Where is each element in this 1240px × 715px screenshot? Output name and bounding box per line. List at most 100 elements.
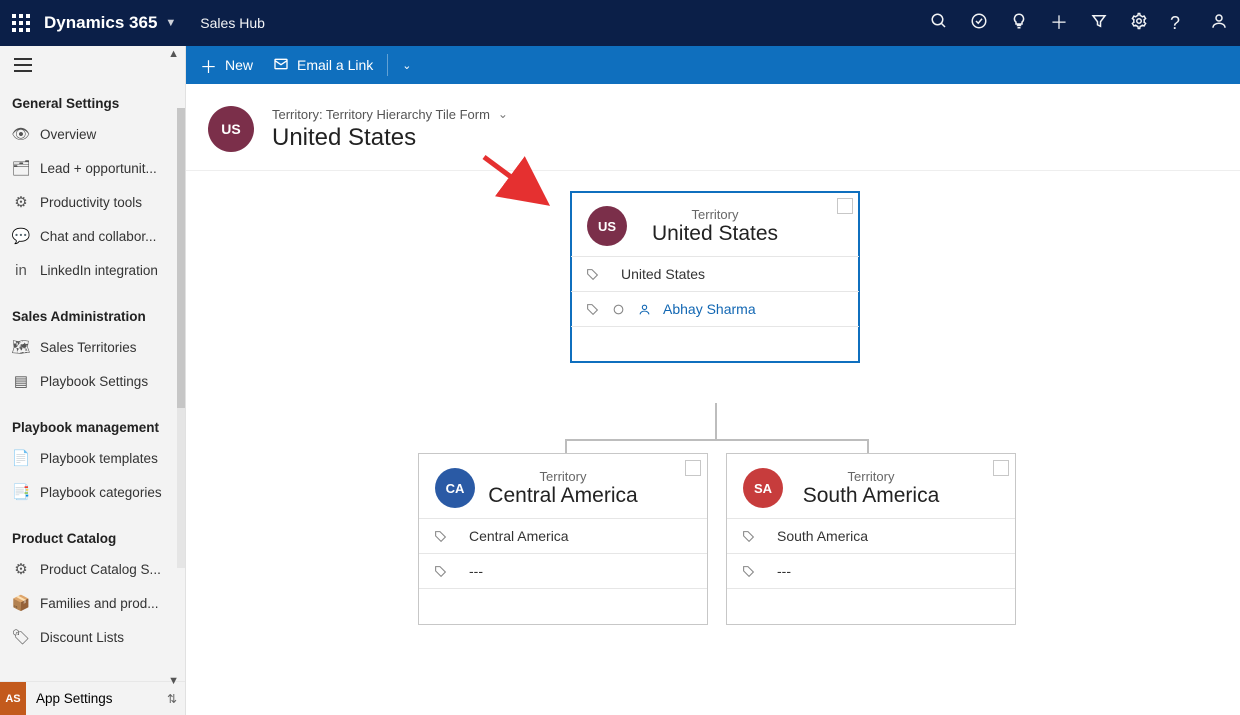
tile-type-label: Territory xyxy=(435,469,691,484)
tile-field-value: South America xyxy=(777,528,868,544)
tile-select-checkbox[interactable] xyxy=(837,198,853,214)
sidebar-item-catalog-settings[interactable]: ⚙Product Catalog S... xyxy=(0,552,185,586)
filter-icon[interactable] xyxy=(1090,12,1108,35)
sidebar-item-label: LinkedIn integration xyxy=(40,263,158,278)
tag-outline-icon xyxy=(741,564,755,578)
command-separator xyxy=(387,54,388,76)
tile-field-value: United States xyxy=(621,266,705,282)
sidebar-item-discount-lists[interactable]: 🏷 Discount Lists xyxy=(0,620,185,654)
tag-outline-icon xyxy=(741,529,755,543)
record-header: US Territory: Territory Hierarchy Tile F… xyxy=(186,84,1240,171)
global-header: Dynamics 365 ▼ Sales Hub ＋ ? xyxy=(0,0,1240,46)
sidebar-area-switcher[interactable]: AS App Settings ⇅ xyxy=(0,681,185,715)
sidebar-item-productivity[interactable]: ⚙ Productivity tools xyxy=(0,185,185,219)
record-avatar: US xyxy=(208,106,254,152)
lead-icon: 🗂 xyxy=(12,159,30,177)
tile-select-checkbox[interactable] xyxy=(685,460,701,476)
tag-outline-icon xyxy=(585,267,599,281)
command-bar: ＋ New Email a Link ⌄ xyxy=(186,46,1240,84)
sidebar-section-product-catalog: Product Catalog xyxy=(0,521,185,552)
tile-owner-row: --- xyxy=(727,553,1015,588)
tile-owner-row: Abhay Sharma xyxy=(571,291,859,326)
circle-icon xyxy=(611,302,625,316)
search-icon[interactable] xyxy=(930,12,948,35)
tile-type-label: Territory xyxy=(587,207,843,222)
sidebar-item-label: Overview xyxy=(40,127,96,142)
add-icon[interactable]: ＋ xyxy=(1050,14,1068,32)
sidebar-item-overview[interactable]: 👁 Overview xyxy=(0,117,185,151)
sidebar-item-lead-opportunity[interactable]: 🗂 Lead + opportunit... xyxy=(0,151,185,185)
gear-icon: ⚙ xyxy=(12,193,30,211)
email-link-button[interactable]: Email a Link xyxy=(273,56,373,75)
connector-line xyxy=(867,439,869,453)
sidebar-item-label: Sales Territories xyxy=(40,340,137,355)
area-label: App Settings xyxy=(36,691,157,706)
category-icon: 📑 xyxy=(12,483,30,501)
sidebar-item-playbook-templates[interactable]: 📄 Playbook templates xyxy=(0,441,185,475)
template-icon: 📄 xyxy=(12,449,30,467)
sidebar-item-linkedin[interactable]: inLinkedIn integration xyxy=(0,253,185,287)
eye-icon: 👁 xyxy=(12,125,30,143)
sidebar-item-sales-territories[interactable]: 🗺 Sales Territories xyxy=(0,330,185,364)
sidebar-item-label: Product Catalog S... xyxy=(40,562,161,577)
sidebar-section-sales-admin: Sales Administration xyxy=(0,299,185,330)
territory-tile-child[interactable]: CA Territory Central America Central Ame… xyxy=(418,453,708,625)
sidebar-item-label: Lead + opportunit... xyxy=(40,161,157,176)
sidebar-section-playbook-mgmt: Playbook management xyxy=(0,410,185,441)
chevron-down-icon[interactable]: ⌄ xyxy=(498,107,508,121)
box-icon: 📦 xyxy=(12,594,30,612)
app-switch-chevron-icon[interactable]: ▼ xyxy=(165,17,176,29)
tile-empty-row xyxy=(571,326,859,362)
tile-select-checkbox[interactable] xyxy=(993,460,1009,476)
tile-field-row: United States xyxy=(571,256,859,291)
sidebar-scrollbar-thumb[interactable] xyxy=(177,108,185,408)
area-switch-icon: ⇅ xyxy=(167,692,177,706)
sidebar-item-label: Families and prod... xyxy=(40,596,159,611)
record-title: United States xyxy=(272,124,508,152)
tag-icon: 🏷 xyxy=(12,628,30,646)
lightbulb-icon[interactable] xyxy=(1010,12,1028,35)
sidebar-item-label: Discount Lists xyxy=(40,630,124,645)
sidebar-scroll-down-icon[interactable]: ▼ xyxy=(168,675,179,687)
hierarchy-canvas: US Territory United States United States… xyxy=(186,171,1240,715)
tag-outline-icon xyxy=(433,564,447,578)
playbook-icon: ▤ xyxy=(12,372,30,390)
territory-tile-child[interactable]: SA Territory South America South America… xyxy=(726,453,1016,625)
sidebar-item-label: Productivity tools xyxy=(40,195,142,210)
sidebar-item-label: Playbook templates xyxy=(40,451,158,466)
form-selector-label[interactable]: Territory: Territory Hierarchy Tile Form xyxy=(272,107,490,122)
new-button[interactable]: ＋ New xyxy=(200,53,253,78)
tile-owner-link[interactable]: Abhay Sharma xyxy=(663,301,756,317)
tile-owner-row: --- xyxy=(419,553,707,588)
person-icon xyxy=(637,302,651,316)
connector-line xyxy=(565,439,567,453)
connector-line xyxy=(565,439,869,441)
area-avatar: AS xyxy=(0,682,26,715)
hub-name[interactable]: Sales Hub xyxy=(200,15,265,31)
chevron-down-icon: ⌄ xyxy=(402,59,411,72)
settings-icon[interactable] xyxy=(1130,12,1148,35)
email-link-dropdown[interactable]: ⌄ xyxy=(402,59,411,72)
sidebar-item-playbook-categories[interactable]: 📑Playbook categories xyxy=(0,475,185,509)
tile-field-value: Central America xyxy=(469,528,569,544)
map-icon: 🗺 xyxy=(12,338,30,356)
sidebar-item-families-products[interactable]: 📦 Families and prod... xyxy=(0,586,185,620)
app-title[interactable]: Dynamics 365 xyxy=(44,13,157,33)
hamburger-icon xyxy=(14,58,32,72)
main-area: ＋ New Email a Link ⌄ US Territory: Terri… xyxy=(186,46,1240,715)
profile-icon[interactable] xyxy=(1210,12,1228,35)
help-icon[interactable]: ? xyxy=(1170,14,1188,32)
territory-tile-root[interactable]: US Territory United States United States… xyxy=(570,191,860,363)
mail-icon xyxy=(273,56,289,75)
tile-field-row: Central America xyxy=(419,518,707,553)
tile-empty-row xyxy=(727,588,1015,624)
sidebar-toggle[interactable] xyxy=(0,46,185,84)
sidebar-item-chat-collab[interactable]: 💬Chat and collabor... xyxy=(0,219,185,253)
tag-outline-icon xyxy=(585,302,599,316)
sidebar-item-playbook-settings[interactable]: ▤Playbook Settings xyxy=(0,364,185,398)
new-label: New xyxy=(225,57,253,73)
app-launcher-icon[interactable] xyxy=(12,14,30,32)
sidebar-scroll-up-icon[interactable]: ▲ xyxy=(168,48,179,60)
task-icon[interactable] xyxy=(970,12,988,35)
tile-name: Central America xyxy=(435,484,691,508)
